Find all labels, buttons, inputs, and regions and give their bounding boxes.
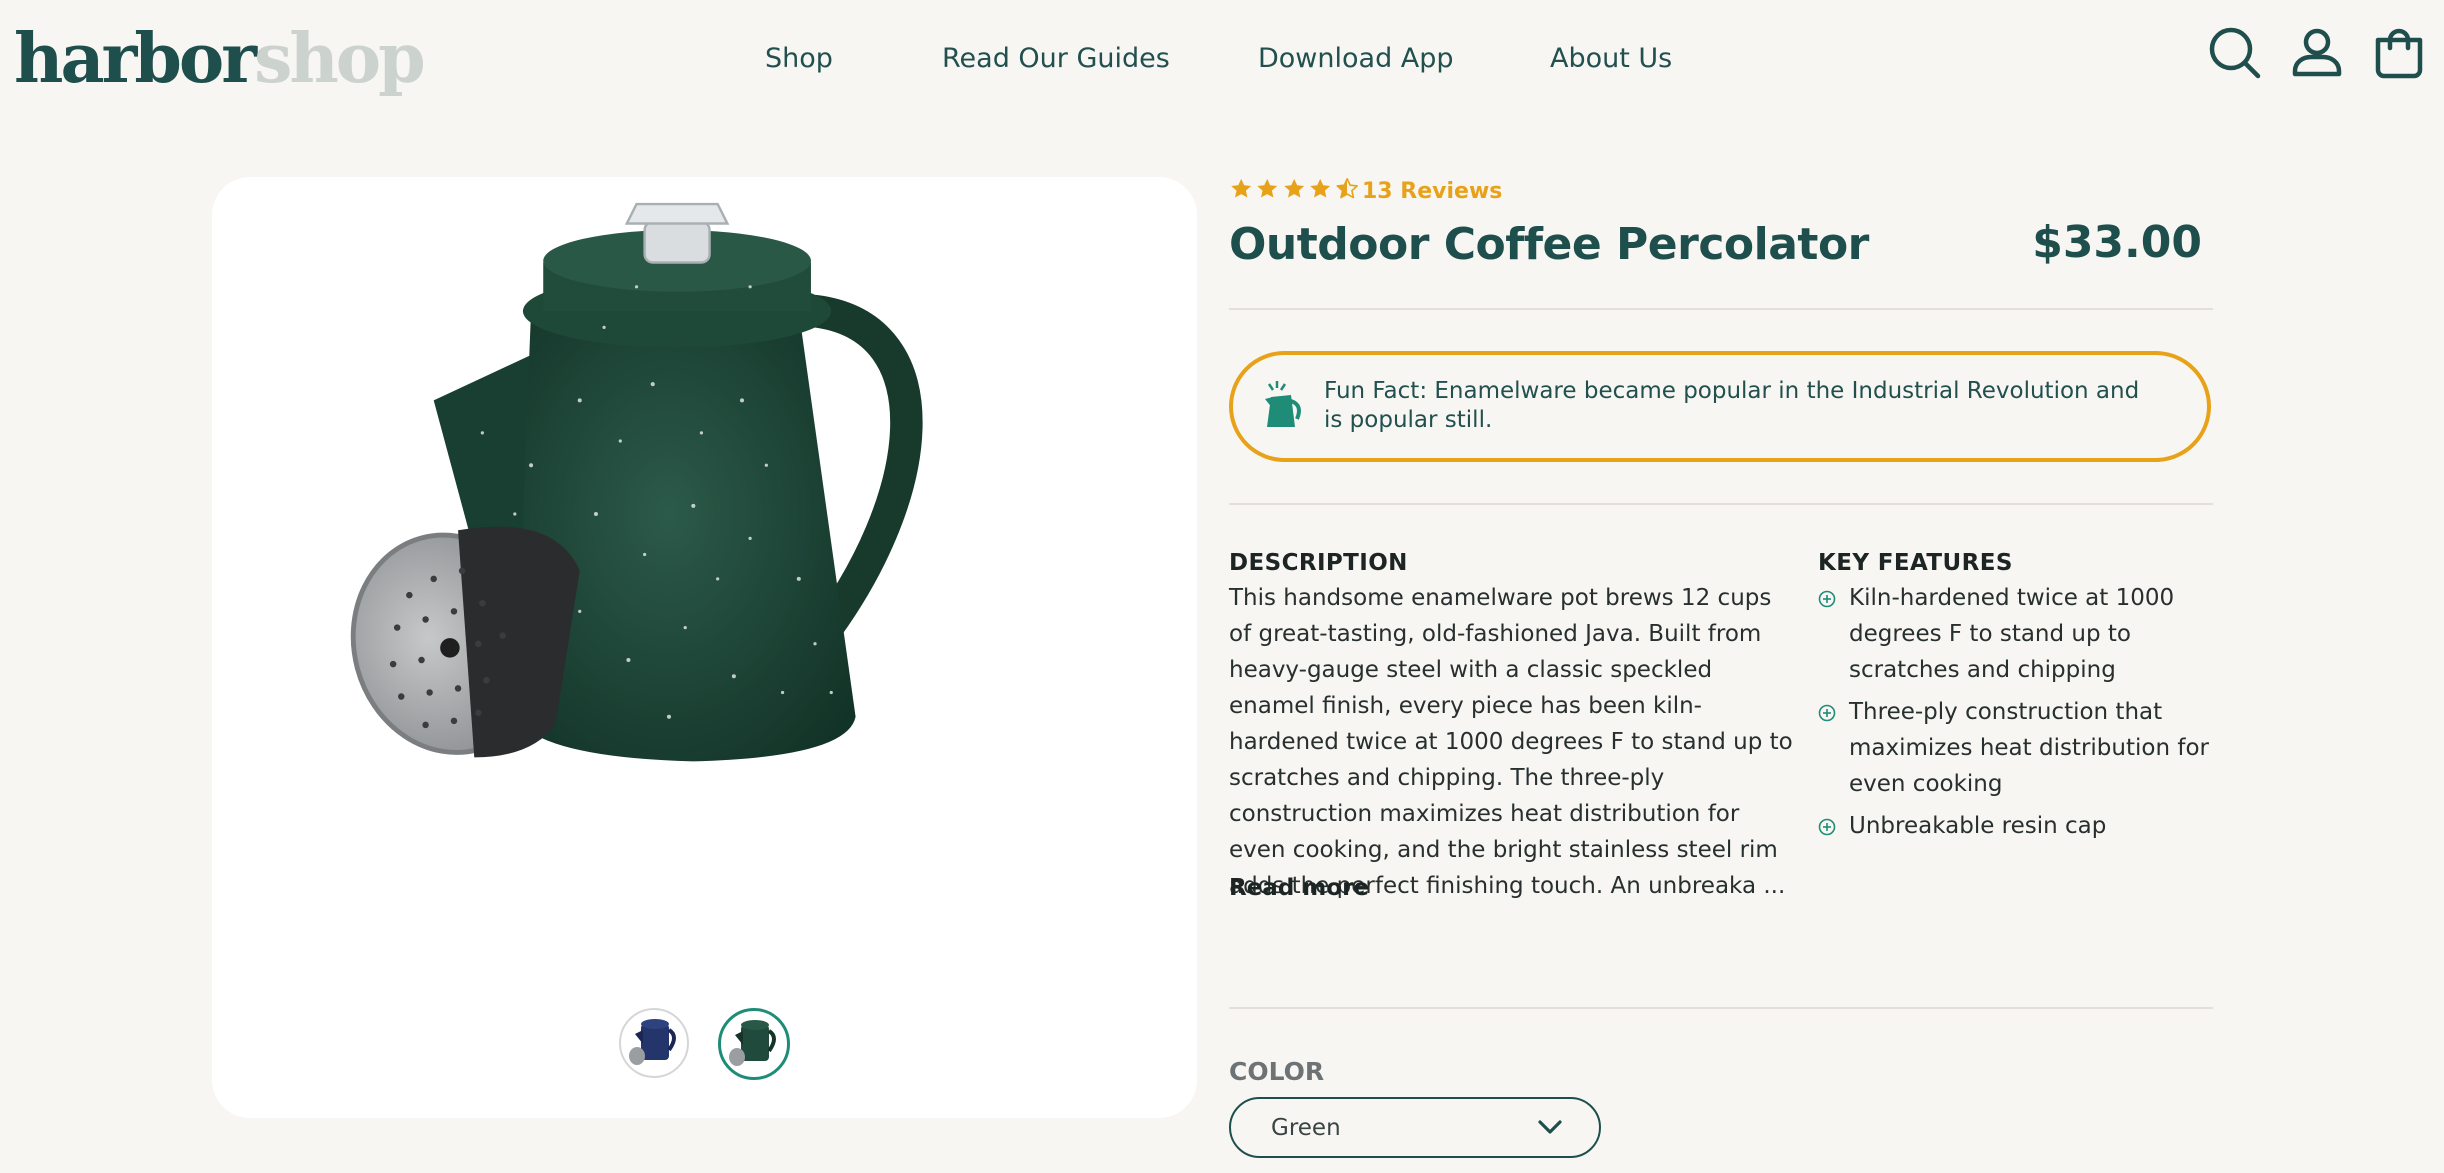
divider [1229, 1007, 2213, 1009]
color-select[interactable]: Green [1229, 1097, 1601, 1158]
feature-text: Kiln-hardened twice at 1000 degrees F to… [1849, 585, 2175, 683]
star-half-icon [1336, 178, 1358, 199]
nav-item-about-us[interactable]: About Us [1550, 36, 1672, 82]
percolator-image [350, 202, 923, 762]
brand-logo-part2: shop [254, 19, 426, 99]
nav-item-read-our-guides[interactable]: Read Our Guides [942, 36, 1170, 82]
feature-text: Unbreakable resin cap [1849, 813, 2107, 839]
brand-logo[interactable]: harborshop [14, 4, 426, 114]
chevron-down-icon [1538, 1120, 1562, 1134]
star-full-icon [1284, 178, 1304, 198]
plus-circle-icon [1818, 704, 1836, 722]
star-full-icon [1231, 178, 1252, 198]
feature-text: Three-ply construction that maximizes he… [1849, 699, 2209, 797]
thumbnail-blue[interactable] [619, 1008, 689, 1078]
key-features-list: Kiln-hardened twice at 1000 degrees F to… [1818, 580, 2213, 850]
star-full-icon [1310, 178, 1331, 198]
brand-logo-part1: harbor [14, 19, 257, 99]
plus-circle-icon [1818, 590, 1836, 608]
feature-item: Unbreakable resin cap [1818, 808, 2213, 844]
description-heading: DESCRIPTION [1229, 550, 1408, 576]
divider [1229, 503, 2213, 505]
divider [1229, 308, 2213, 310]
read-more-link[interactable]: Read more [1229, 870, 1369, 906]
product-title: Outdoor Coffee Percolator [1229, 219, 1869, 270]
product-image-card [212, 177, 1197, 1118]
search-icon[interactable] [2206, 24, 2264, 82]
color-label: COLOR [1229, 1057, 1325, 1086]
account-icon[interactable] [2288, 24, 2346, 82]
fun-fact-text: Fun Fact: Enamelware became popular in t… [1324, 378, 2140, 433]
color-select-value: Green [1271, 1115, 1341, 1141]
nav-item-download-app[interactable]: Download App [1258, 36, 1454, 82]
thumbnail-green[interactable] [718, 1008, 790, 1080]
key-features-heading: KEY FEATURES [1818, 550, 2013, 576]
product-price: $33.00 [2032, 217, 2202, 268]
feature-item: Kiln-hardened twice at 1000 degrees F to… [1818, 580, 2213, 688]
plus-circle-icon [1818, 818, 1836, 836]
reviews-link[interactable]: 13 Reviews [1362, 175, 1502, 209]
coffee-pot-sparkle-icon [1265, 381, 1301, 427]
fun-fact-banner: Fun Fact: Enamelware became popular in t… [1229, 351, 2211, 462]
feature-item: Three-ply construction that maximizes he… [1818, 694, 2213, 802]
rating-stars [1229, 176, 1359, 204]
star-full-icon [1257, 178, 1278, 198]
cart-icon[interactable] [2370, 24, 2428, 82]
description-text: This handsome enamelware pot brews 12 cu… [1229, 585, 1793, 899]
nav-item-shop[interactable]: Shop [765, 36, 833, 82]
